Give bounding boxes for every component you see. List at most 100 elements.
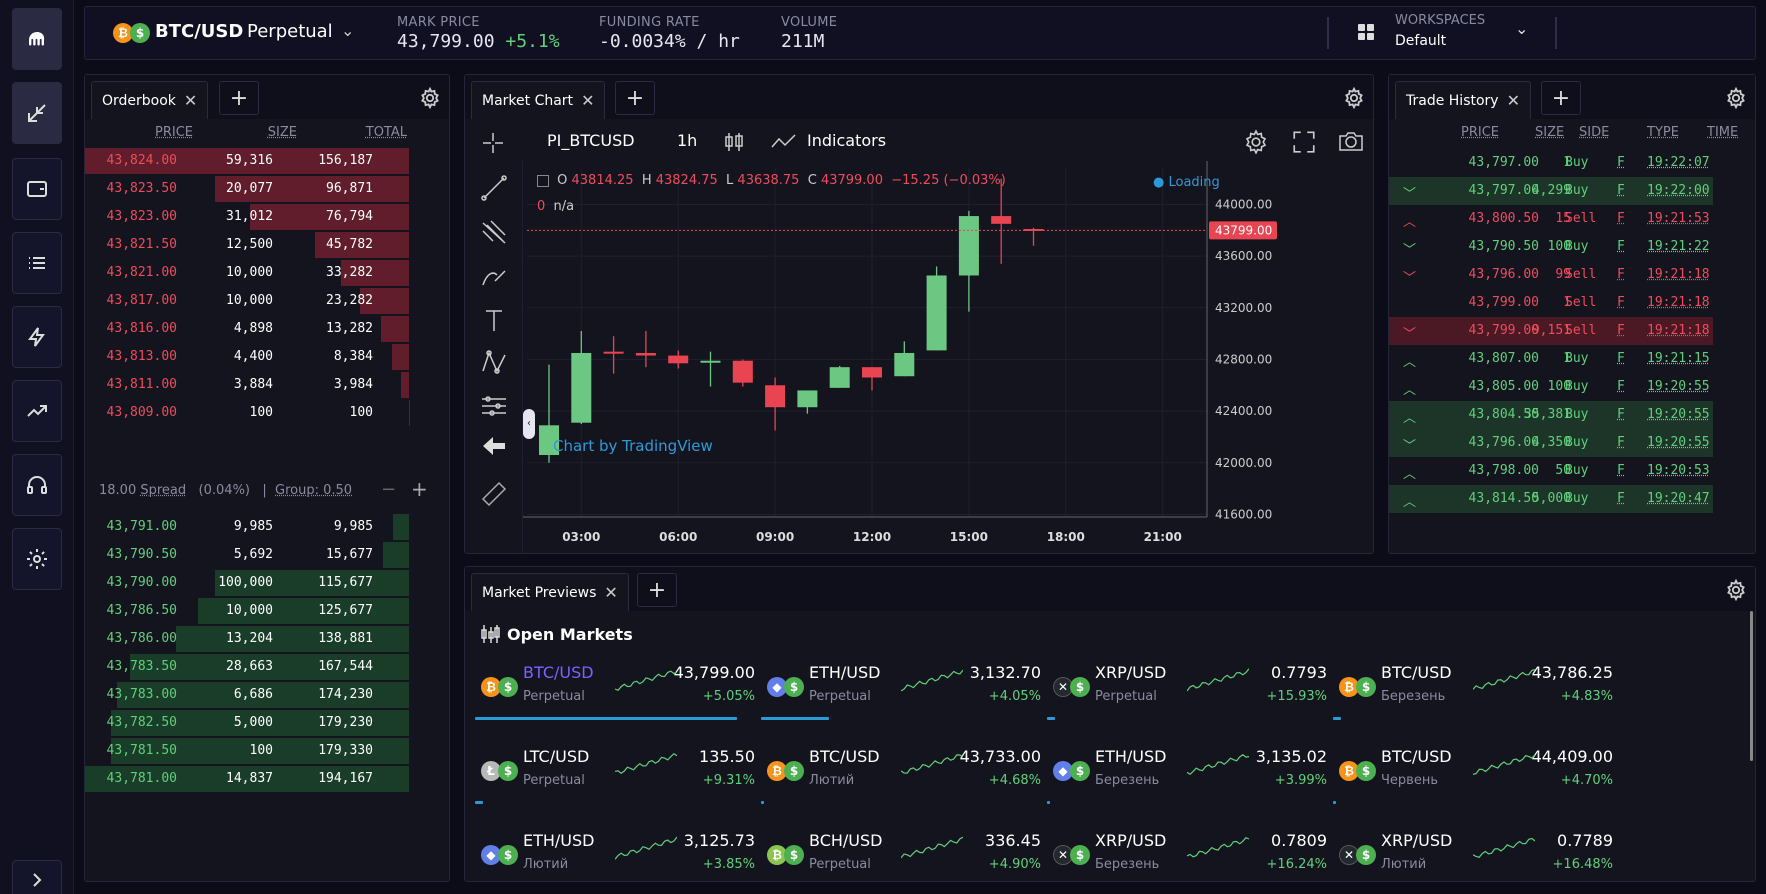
- add-tab-button[interactable]: +: [1541, 81, 1581, 115]
- camera-icon[interactable]: [1337, 129, 1365, 155]
- header-contract[interactable]: Perpetual: [247, 21, 333, 42]
- workspace-chevron-icon[interactable]: ⌄: [1515, 19, 1528, 38]
- close-icon[interactable]: ✕: [604, 583, 617, 602]
- market-card[interactable]: ₿ $ BTC/USD Червень 44,409.00 +4.70%: [1333, 739, 1613, 804]
- gear-icon[interactable]: [419, 87, 441, 109]
- ask-row[interactable]: 43,821.00 10,000 33,282: [85, 259, 409, 287]
- ask-row[interactable]: 43,809.00 100 100: [85, 399, 409, 427]
- wallet-icon[interactable]: [12, 158, 62, 220]
- crosshair-icon[interactable]: [481, 131, 505, 155]
- col-size[interactable]: SIZE: [1535, 125, 1564, 140]
- bid-row[interactable]: 43,782.50 5,000 179,230: [85, 709, 409, 737]
- collapse-legend-icon[interactable]: [537, 174, 549, 187]
- text-icon[interactable]: [479, 305, 509, 335]
- ask-row[interactable]: 43,817.00 10,000 23,282: [85, 287, 409, 315]
- ask-row[interactable]: 43,811.00 3,884 3,984: [85, 371, 409, 399]
- tab-trade-history[interactable]: Trade History ✕: [1395, 81, 1531, 119]
- gear-icon[interactable]: [1725, 87, 1747, 109]
- col-price[interactable]: PRICE: [1461, 125, 1499, 140]
- ask-row[interactable]: 43,821.50 12,500 45,782: [85, 231, 409, 259]
- tab-market-chart[interactable]: Market Chart ✕: [471, 81, 606, 119]
- market-card[interactable]: ✕ $ XRP/USD Perpetual 0.7793 +15.93%: [1047, 655, 1327, 720]
- pattern-icon[interactable]: [479, 347, 509, 377]
- bid-row[interactable]: 43,786.00 13,204 138,881: [85, 625, 409, 653]
- candles-icon[interactable]: [723, 131, 745, 153]
- fullscreen-icon[interactable]: [1291, 129, 1317, 155]
- market-card[interactable]: ₿ $ BCH/USD Perpetual 336.45 +4.90%: [761, 823, 1041, 881]
- indicators-button[interactable]: Indicators: [807, 131, 886, 150]
- trade-row[interactable]: ︿ 43,798.00 50 Buy F 19:20:53: [1389, 457, 1713, 485]
- ruler-icon[interactable]: [479, 479, 509, 509]
- scrollbar[interactable]: [1750, 611, 1753, 761]
- swap-icon[interactable]: [12, 82, 62, 144]
- group-plus-button[interactable]: +: [411, 477, 428, 501]
- col-type[interactable]: TYPE: [1647, 125, 1679, 140]
- ask-row[interactable]: 43,824.00 59,316 156,187: [85, 147, 409, 175]
- chart-settings-icon[interactable]: [1243, 129, 1269, 155]
- grid-icon[interactable]: [1357, 23, 1375, 41]
- ask-row[interactable]: 43,816.00 4,898 13,282: [85, 315, 409, 343]
- close-icon[interactable]: ✕: [581, 91, 594, 110]
- col-total[interactable]: TOTAL: [366, 125, 407, 140]
- prediction-icon[interactable]: [479, 391, 509, 421]
- col-size[interactable]: SIZE: [268, 125, 297, 140]
- trade-row[interactable]: ﹀ 43,796.00 4,350 Buy F 19:20:55: [1389, 429, 1713, 457]
- list-icon[interactable]: [12, 232, 62, 294]
- fib-icon[interactable]: [479, 217, 509, 247]
- col-side[interactable]: SIDE: [1579, 125, 1609, 140]
- add-tab-button[interactable]: +: [637, 573, 677, 607]
- close-icon[interactable]: ✕: [184, 91, 197, 110]
- market-card[interactable]: ₿ $ BTC/USD Perpetual 43,799.00 +5.05%: [475, 655, 755, 720]
- market-card[interactable]: Ł $ LTC/USD Perpetual 135.50 +9.31%: [475, 739, 755, 804]
- trade-row[interactable]: ︿ 43,814.50 5,000 Buy F 19:20:47: [1389, 485, 1713, 513]
- bid-row[interactable]: 43,781.50 100 179,330: [85, 737, 409, 765]
- trade-row[interactable]: ︿ 43,800.50 15 Sell F 19:21:53: [1389, 205, 1713, 233]
- market-card[interactable]: ₿ $ BTC/USD Лютий 43,733.00 +4.68%: [761, 739, 1041, 804]
- lightning-icon[interactable]: [12, 306, 62, 368]
- kraken-logo-icon[interactable]: [12, 8, 62, 70]
- ask-row[interactable]: 43,813.00 4,400 8,384: [85, 343, 409, 371]
- trade-row[interactable]: ﹀ 43,799.00 9,151 Sell F 19:21:18: [1389, 317, 1713, 345]
- headset-icon[interactable]: [12, 454, 62, 516]
- gear-icon[interactable]: [1725, 579, 1747, 601]
- market-card[interactable]: ◆ $ ETH/USD Березень 3,135.02 +3.99%: [1047, 739, 1327, 804]
- market-card[interactable]: ₿ $ BTC/USD Березень 43,786.25 +4.83%: [1333, 655, 1613, 720]
- group-select[interactable]: Group: 0.50: [275, 483, 352, 498]
- bid-row[interactable]: 43,781.00 14,837 194,167: [85, 765, 409, 793]
- add-tab-button[interactable]: +: [615, 81, 655, 115]
- candlestick-chart[interactable]: 44000.00 43600.00 43200.00 42800.00 42400.00…: [523, 161, 1374, 554]
- add-tab-button[interactable]: +: [219, 81, 259, 115]
- trade-row[interactable]: 43,797.00 1 Buy F 19:22:07: [1389, 149, 1713, 177]
- toggle-toolbar-handle[interactable]: ‹: [523, 409, 535, 439]
- workspace-select[interactable]: Default: [1395, 33, 1446, 49]
- group-minus-button[interactable]: −: [381, 479, 396, 500]
- bid-row[interactable]: 43,783.00 6,686 174,230: [85, 681, 409, 709]
- trade-row[interactable]: ﹀ 43,796.00 99 Sell F 19:21:18: [1389, 261, 1713, 289]
- market-card[interactable]: ✕ $ XRP/USD Лютий 0.7789 +16.48%: [1333, 823, 1613, 881]
- trade-row[interactable]: ︿ 43,805.00 100 Buy F 19:20:55: [1389, 373, 1713, 401]
- bid-row[interactable]: 43,790.00 100,000 115,677: [85, 569, 409, 597]
- trade-row[interactable]: ﹀ 43,797.00 4,299 Buy F 19:22:00: [1389, 177, 1713, 205]
- trendline-icon[interactable]: [479, 173, 509, 203]
- expand-chevron-icon[interactable]: [12, 860, 62, 894]
- col-time[interactable]: TIME: [1707, 125, 1738, 140]
- trending-icon[interactable]: [12, 380, 62, 442]
- trade-row[interactable]: ﹀ 43,790.50 100 Buy F 19:21:22: [1389, 233, 1713, 261]
- tab-market-previews[interactable]: Market Previews ✕: [471, 573, 629, 611]
- settings-icon[interactable]: [12, 528, 62, 590]
- trade-row[interactable]: ︿ 43,804.50 35,381 Buy F 19:20:55: [1389, 401, 1713, 429]
- indicators-icon[interactable]: [771, 133, 797, 151]
- tab-orderbook[interactable]: Orderbook ✕: [91, 81, 209, 119]
- arrow-left-icon[interactable]: [479, 431, 509, 461]
- bid-row[interactable]: 43,783.50 28,663 167,544: [85, 653, 409, 681]
- close-icon[interactable]: ✕: [1507, 91, 1520, 110]
- col-price[interactable]: PRICE: [155, 125, 193, 140]
- trade-row[interactable]: 43,799.00 1 Sell F 19:21:18: [1389, 289, 1713, 317]
- gear-icon[interactable]: [1343, 87, 1365, 109]
- bid-row[interactable]: 43,791.00 9,985 9,985: [85, 513, 409, 541]
- chart-symbol[interactable]: PI_BTCUSD: [547, 131, 635, 150]
- interval-select[interactable]: 1h: [677, 131, 697, 150]
- market-card[interactable]: ✕ $ XRP/USD Березень 0.7809 +16.24%: [1047, 823, 1327, 881]
- brush-icon[interactable]: [479, 261, 509, 291]
- market-card[interactable]: ◆ $ ETH/USD Perpetual 3,132.70 +4.05%: [761, 655, 1041, 720]
